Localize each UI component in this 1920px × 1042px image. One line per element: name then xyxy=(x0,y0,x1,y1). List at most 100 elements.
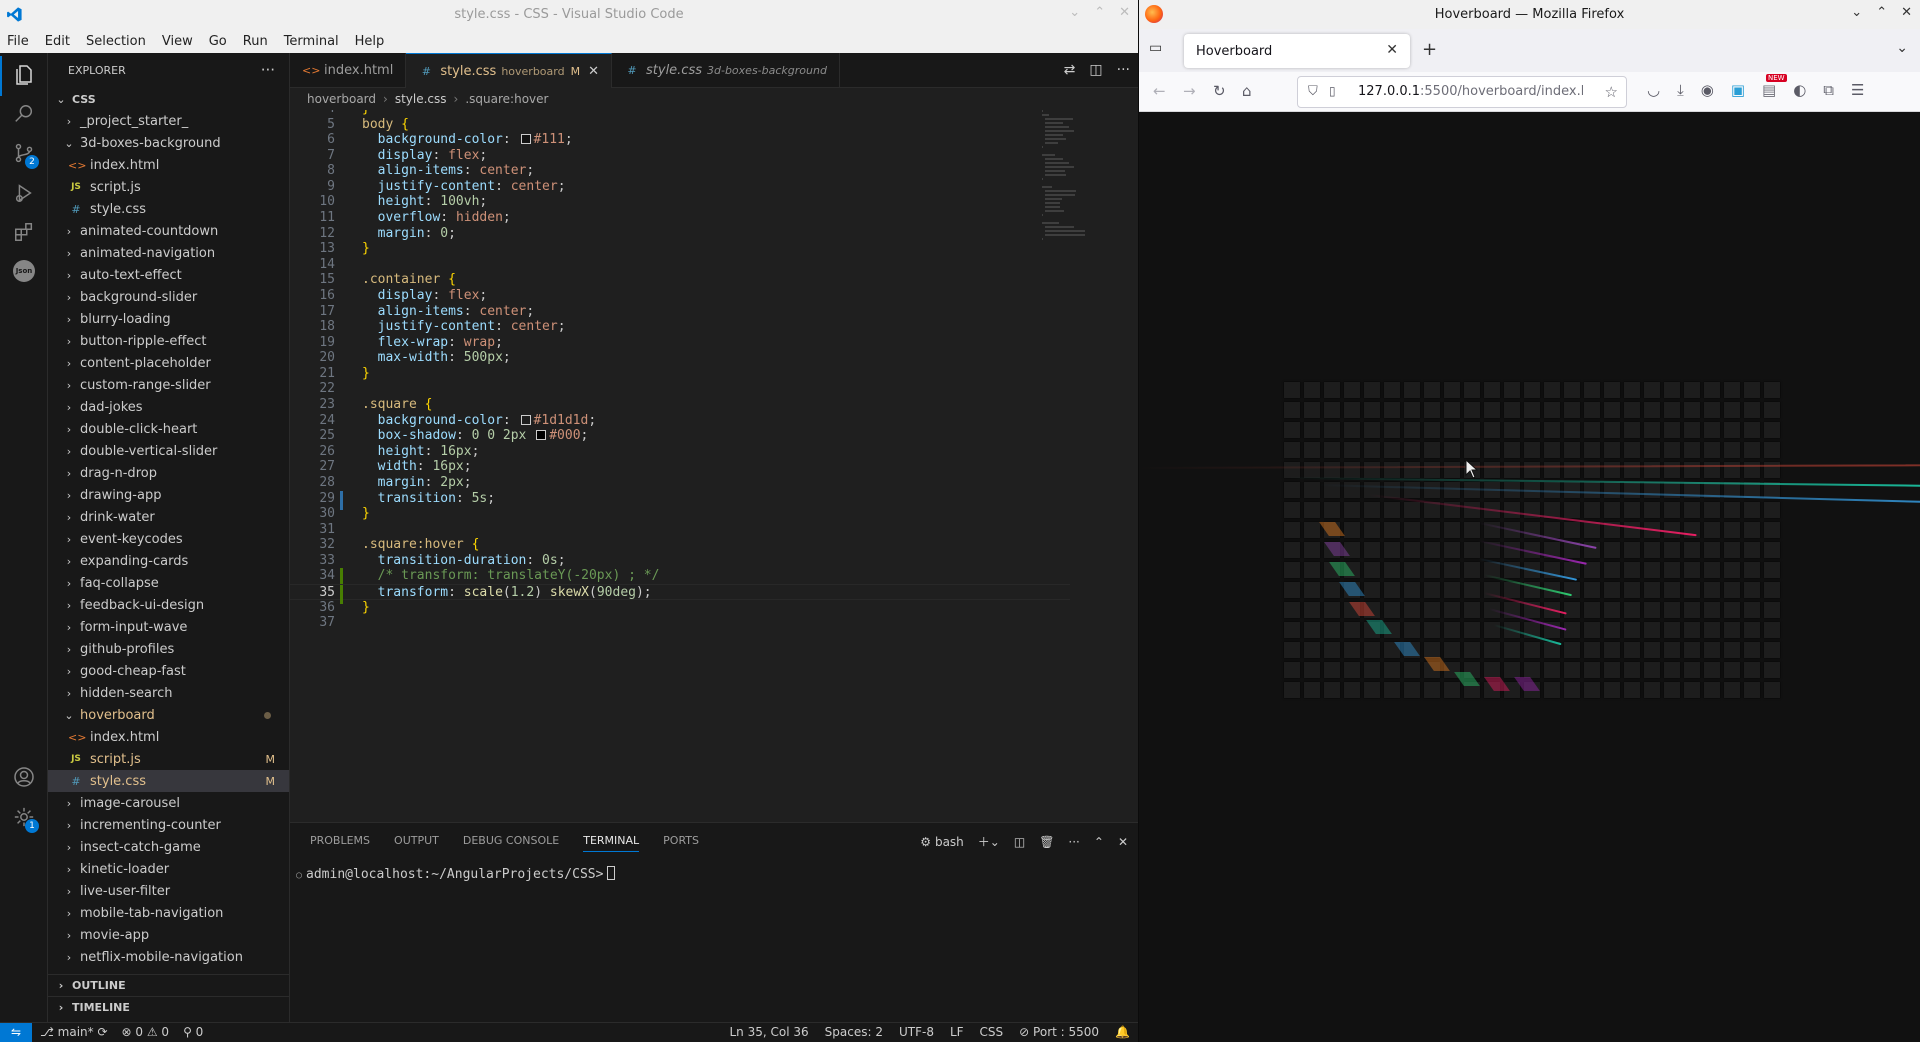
square[interactable] xyxy=(1324,502,1340,518)
new-terminal-icon[interactable]: ＋⌄ xyxy=(978,833,1000,850)
square[interactable] xyxy=(1724,422,1740,438)
square[interactable] xyxy=(1364,382,1380,398)
square[interactable] xyxy=(1664,622,1680,638)
square[interactable] xyxy=(1624,602,1640,618)
folder-item[interactable]: › drawing-app xyxy=(48,484,289,506)
square[interactable] xyxy=(1684,682,1700,698)
square[interactable] xyxy=(1484,462,1500,478)
code-line[interactable]: 28 margin: 2px; xyxy=(290,475,1070,491)
square[interactable] xyxy=(1504,462,1520,478)
code-line[interactable]: 18 justify-content: center; xyxy=(290,319,1070,335)
square[interactable] xyxy=(1284,382,1300,398)
minimize-icon[interactable]: ⌄ xyxy=(1069,5,1080,20)
language-mode[interactable]: CSS xyxy=(980,1025,1004,1039)
square[interactable] xyxy=(1344,642,1360,658)
square[interactable] xyxy=(1664,642,1680,658)
square[interactable] xyxy=(1684,422,1700,438)
square[interactable] xyxy=(1384,402,1400,418)
code-line[interactable]: 17 align-items: center; xyxy=(290,304,1070,320)
minimize-icon[interactable]: ⌄ xyxy=(1851,5,1862,20)
square[interactable] xyxy=(1704,622,1720,638)
square[interactable] xyxy=(1304,642,1320,658)
square[interactable] xyxy=(1724,522,1740,538)
square[interactable] xyxy=(1284,422,1300,438)
file-item[interactable]: <> index.html xyxy=(48,154,289,176)
square[interactable] xyxy=(1644,502,1660,518)
menu-item-file[interactable]: File xyxy=(7,34,29,49)
square[interactable] xyxy=(1344,442,1360,458)
menu-item-edit[interactable]: Edit xyxy=(45,34,70,49)
square[interactable] xyxy=(1284,502,1300,518)
square[interactable] xyxy=(1744,662,1760,678)
square[interactable] xyxy=(1304,382,1320,398)
square[interactable] xyxy=(1664,582,1680,598)
square[interactable] xyxy=(1504,442,1520,458)
square[interactable] xyxy=(1324,582,1340,598)
square[interactable] xyxy=(1404,462,1420,478)
file-item[interactable]: JS script.js xyxy=(48,176,289,198)
square[interactable] xyxy=(1724,382,1740,398)
folder-item[interactable]: ⌄ hoverboard xyxy=(48,704,289,726)
square[interactable] xyxy=(1524,382,1540,398)
square[interactable] xyxy=(1724,642,1740,658)
square[interactable] xyxy=(1764,502,1780,518)
folder-item[interactable]: › blurry-loading xyxy=(48,308,289,330)
square[interactable] xyxy=(1524,662,1540,678)
square[interactable] xyxy=(1604,482,1620,498)
square[interactable] xyxy=(1444,442,1460,458)
square[interactable] xyxy=(1404,422,1420,438)
square[interactable] xyxy=(1524,462,1540,478)
square[interactable] xyxy=(1404,442,1420,458)
square[interactable] xyxy=(1744,502,1760,518)
square[interactable] xyxy=(1644,422,1660,438)
code-line[interactable]: 14 xyxy=(290,257,1070,273)
square[interactable] xyxy=(1384,462,1400,478)
file-item[interactable]: JS script.js M xyxy=(48,748,289,770)
square[interactable] xyxy=(1564,582,1580,598)
square[interactable] xyxy=(1604,542,1620,558)
square[interactable] xyxy=(1684,402,1700,418)
square[interactable] xyxy=(1644,582,1660,598)
ports-status[interactable]: ⚲ 0 xyxy=(183,1025,203,1039)
square[interactable] xyxy=(1764,402,1780,418)
square[interactable] xyxy=(1704,442,1720,458)
manage-gear-icon[interactable]: 1 xyxy=(10,803,39,833)
menu-item-view[interactable]: View xyxy=(162,34,193,49)
square[interactable] xyxy=(1444,522,1460,538)
square[interactable] xyxy=(1424,462,1440,478)
square[interactable] xyxy=(1624,422,1640,438)
square[interactable] xyxy=(1564,442,1580,458)
square[interactable] xyxy=(1624,662,1640,678)
account-icon[interactable]: ◉ xyxy=(1701,81,1714,99)
square[interactable] xyxy=(1384,422,1400,438)
code-line[interactable]: 8 align-items: center; xyxy=(290,163,1070,179)
square[interactable] xyxy=(1684,542,1700,558)
square[interactable] xyxy=(1604,662,1620,678)
code-line[interactable]: 35 transform: scale(1.2) skewX(90deg); xyxy=(290,583,1070,604)
square[interactable] xyxy=(1604,682,1620,698)
square[interactable] xyxy=(1604,562,1620,578)
square[interactable] xyxy=(1564,602,1580,618)
url-bar[interactable]: ⛉ ▯ 127.0.0.1:5500/hoverboard/index.h ☆ xyxy=(1297,76,1627,108)
square[interactable] xyxy=(1724,562,1740,578)
square[interactable] xyxy=(1304,502,1320,518)
square[interactable] xyxy=(1424,542,1440,558)
pocket-icon[interactable]: ◡ xyxy=(1647,81,1660,99)
square[interactable] xyxy=(1724,502,1740,518)
code-line[interactable]: 21} xyxy=(290,366,1070,382)
square[interactable] xyxy=(1604,602,1620,618)
home-icon[interactable]: ⌂ xyxy=(1242,82,1252,100)
folder-item[interactable]: › feedback-ui-design xyxy=(48,594,289,616)
square[interactable] xyxy=(1464,522,1480,538)
square[interactable] xyxy=(1584,422,1600,438)
square[interactable] xyxy=(1484,422,1500,438)
back-icon[interactable]: ← xyxy=(1153,82,1166,100)
folder-item[interactable]: › button-ripple-effect xyxy=(48,330,289,352)
square[interactable] xyxy=(1464,442,1480,458)
square[interactable] xyxy=(1644,402,1660,418)
breadcrumb-item[interactable]: hoverboard xyxy=(307,92,376,106)
square[interactable] xyxy=(1304,682,1320,698)
code-line[interactable]: 10 height: 100vh; xyxy=(290,194,1070,210)
maximize-panel-icon[interactable]: ⌃ xyxy=(1094,835,1104,849)
square[interactable] xyxy=(1404,582,1420,598)
